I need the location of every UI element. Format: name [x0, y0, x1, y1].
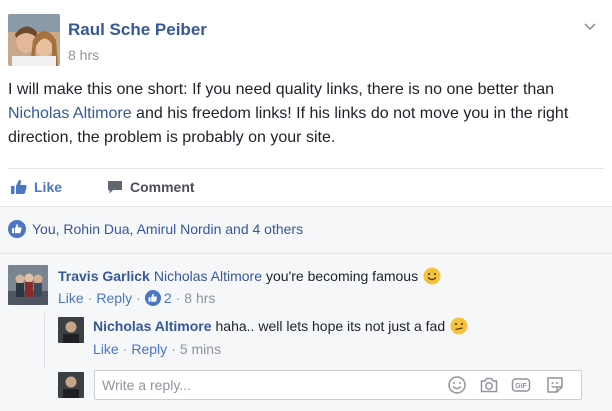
commenter-avatar[interactable]	[8, 265, 48, 305]
separator-dot: ·	[171, 341, 176, 357]
reply-timestamp[interactable]: 5 mins	[180, 341, 221, 357]
reply-reply-link[interactable]: Reply	[131, 341, 167, 357]
reaction-summary-text: You, Rohin Dua, Amirul Nordin and 4 othe…	[32, 221, 304, 237]
comment-text-line: Travis Garlick Nicholas Altimore you're …	[58, 267, 441, 285]
camera-icon[interactable]	[479, 375, 499, 395]
gif-icon[interactable]: GIF	[511, 375, 531, 395]
author-avatar[interactable]	[8, 14, 60, 66]
reaction-summary[interactable]: You, Rohin Dua, Amirul Nordin and 4 othe…	[8, 220, 303, 238]
comment-timestamp[interactable]: 8 hrs	[184, 290, 215, 306]
reply-author-avatar[interactable]	[58, 317, 84, 343]
comment-author[interactable]: Travis Garlick	[58, 267, 150, 285]
separator-dot: ·	[87, 290, 93, 306]
thumbs-up-icon	[10, 178, 28, 196]
comment-text: you're becoming famous	[266, 268, 419, 284]
reply-thread-line	[44, 313, 45, 369]
like-button[interactable]: Like	[10, 178, 62, 196]
comments-section: You, Rohin Dua, Amirul Nordin and 4 othe…	[0, 206, 612, 411]
current-user-avatar	[58, 372, 84, 398]
divider	[8, 168, 604, 169]
chevron-down-icon[interactable]	[582, 18, 598, 34]
reply-meta: Like · Reply · 5 mins	[93, 341, 221, 357]
post-header: Raul Sche Peiber 8 hrs	[8, 14, 604, 68]
comment-button[interactable]: Comment	[106, 178, 195, 196]
reply-text-line: Nicholas Altimore haha.. well lets hope …	[93, 317, 468, 335]
comment-like-link[interactable]: Like	[58, 290, 84, 306]
facebook-post: Raul Sche Peiber 8 hrs I will make this …	[0, 0, 612, 411]
separator-dot: ·	[175, 290, 181, 306]
like-badge-icon	[144, 290, 161, 306]
post-mention-link[interactable]: Nicholas Altimore	[8, 105, 132, 122]
comment-reply-link[interactable]: Reply	[96, 290, 132, 306]
reply-input[interactable]	[102, 371, 432, 399]
reply-composer: GIF	[94, 370, 582, 400]
post-author-name[interactable]: Raul Sche Peiber	[68, 20, 207, 40]
emoji-icon[interactable]	[447, 375, 467, 395]
like-reaction-icon	[8, 220, 26, 238]
reply-text: haha.. well lets hope its not just a fad	[215, 318, 446, 334]
post-actions: Like Comment	[8, 172, 604, 202]
smile-emoji-icon	[423, 267, 441, 285]
post-body-text: I will make this one short: If you need …	[8, 81, 555, 98]
comment-icon	[106, 178, 124, 196]
post-timestamp[interactable]: 8 hrs	[68, 47, 99, 63]
svg-text:GIF: GIF	[515, 383, 527, 390]
divider	[0, 253, 612, 254]
post-body: I will make this one short: If you need …	[8, 78, 604, 150]
separator-dot: ·	[122, 341, 128, 357]
separator-dot: ·	[136, 290, 141, 306]
comment-like-count[interactable]: 2	[164, 290, 172, 306]
like-label: Like	[34, 179, 63, 195]
comment-meta: Like · Reply · 2 · 8 hrs	[58, 290, 215, 306]
confused-emoji-icon	[450, 317, 468, 335]
sticker-icon[interactable]	[545, 375, 565, 395]
comment-mention-link[interactable]: Nicholas Altimore	[154, 267, 262, 285]
reply-like-link[interactable]: Like	[93, 341, 119, 357]
reply-author[interactable]: Nicholas Altimore	[93, 317, 212, 335]
comment-label: Comment	[130, 179, 195, 195]
